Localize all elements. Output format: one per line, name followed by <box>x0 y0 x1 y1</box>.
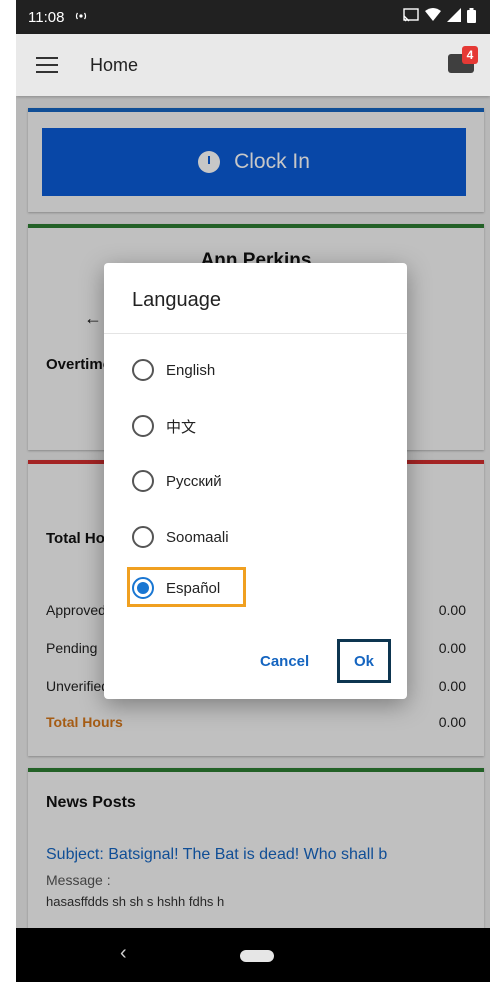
wifi-icon <box>425 8 441 26</box>
hotspot-icon <box>74 9 88 26</box>
language-option-chinese[interactable]: 中文 <box>132 412 196 440</box>
ok-button-highlight: Ok <box>337 639 391 683</box>
mail-badge: 4 <box>462 46 478 64</box>
ok-button[interactable]: Ok <box>354 653 374 670</box>
language-option-spanish[interactable]: Español <box>132 574 220 602</box>
phone-screen: 11:08 Home 4 Clock In Ann Perkins ← Over… <box>16 0 490 982</box>
radio-button-selected[interactable] <box>132 577 154 599</box>
battery-icon <box>467 7 476 27</box>
status-bar: 11:08 <box>16 0 490 34</box>
language-option-russian[interactable]: Русский <box>132 467 222 495</box>
radio-button[interactable] <box>132 526 154 548</box>
back-nav-icon[interactable]: ‹ <box>120 942 127 965</box>
radio-button[interactable] <box>132 359 154 381</box>
cast-icon <box>403 8 419 26</box>
radio-button[interactable] <box>132 415 154 437</box>
language-option-english[interactable]: English <box>132 356 215 384</box>
language-option-label: Русский <box>166 472 222 490</box>
mail-button[interactable]: 4 <box>448 46 478 73</box>
language-option-label: Soomaali <box>166 528 229 546</box>
home-nav-pill[interactable] <box>240 950 274 962</box>
language-option-label: Español <box>166 579 221 597</box>
language-option-somali[interactable]: Soomaali <box>132 523 229 551</box>
language-dialog: Language English 中文 Русский Soomaali Esp… <box>104 263 407 699</box>
radio-button[interactable] <box>132 470 154 492</box>
menu-icon[interactable] <box>36 57 58 73</box>
language-option-label: 中文 <box>166 418 197 436</box>
navigation-bar: ‹ <box>16 928 490 982</box>
app-bar: Home 4 <box>16 34 490 96</box>
status-time: 11:08 <box>28 8 65 26</box>
cancel-button[interactable]: Cancel <box>260 653 309 670</box>
dialog-title: Language <box>132 289 221 311</box>
dialog-divider <box>104 333 407 334</box>
language-option-label: English <box>166 361 216 379</box>
app-bar-title: Home <box>90 54 139 75</box>
cell-signal-icon <box>447 8 461 26</box>
